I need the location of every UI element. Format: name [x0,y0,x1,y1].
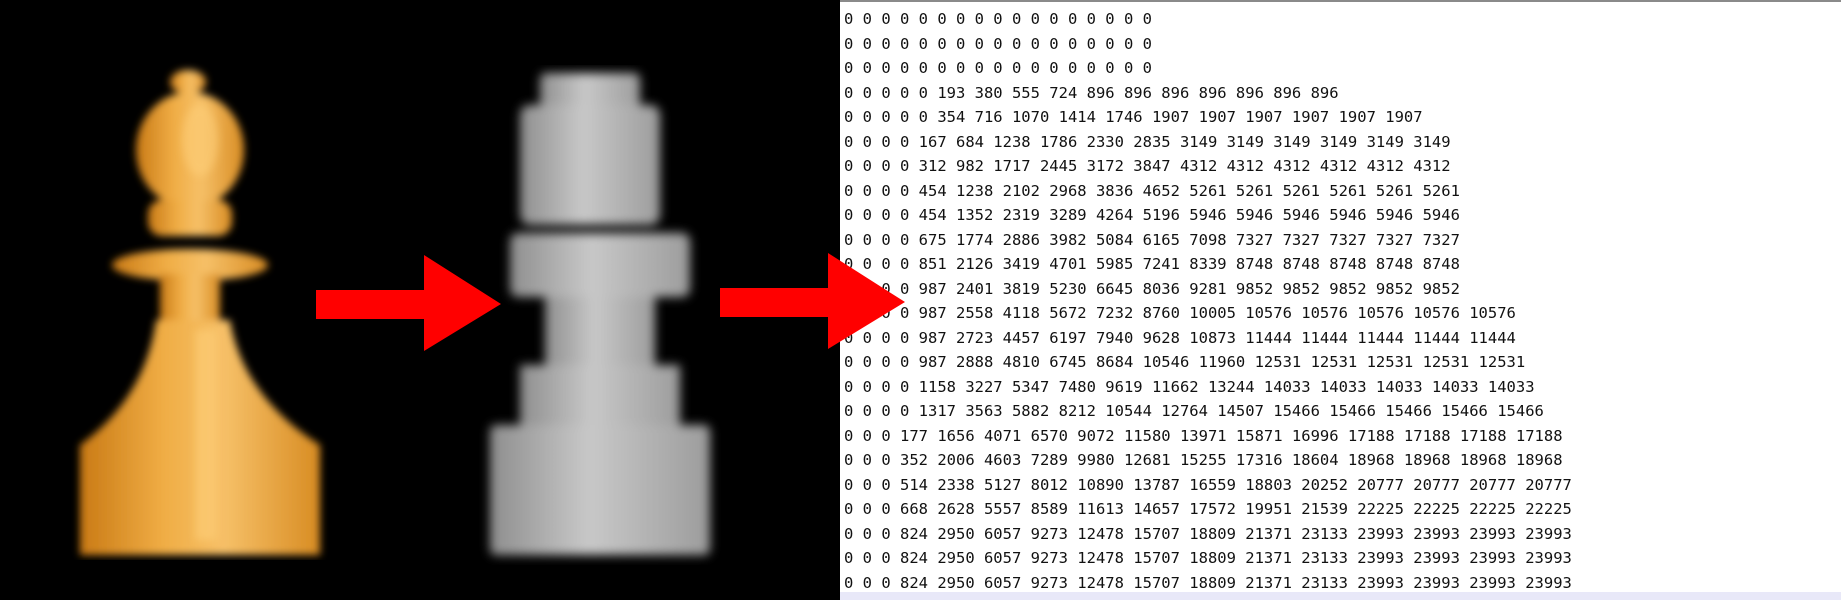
matrix-row: 0 0 0 0 987 2888 4810 6745 8684 10546 11… [844,353,1526,371]
matrix-row: 0 0 0 0 167 684 1238 1786 2330 2835 3149… [844,132,1451,151]
arrow-right-icon [316,255,501,351]
matrix-row: 0 0 0 0 1317 3563 5882 8212 10544 12764 … [844,402,1544,420]
matrix-row: 0 0 0 514 2338 5127 8012 10890 13787 165… [844,475,1572,494]
matrix-row: 0 0 0 0 675 1774 2886 3982 5084 6165 709… [844,230,1460,249]
summed-area-table: 0 0 0 0 0 0 0 0 0 0 0 0 0 0 0 0 0 0 0 0 0… [844,7,1572,595]
matrix-row: 0 0 0 0 0 0 0 0 0 0 0 0 0 0 0 0 0 [844,59,1152,77]
matrix-row: 0 0 0 177 1656 4071 6570 9072 11580 1397… [844,426,1563,445]
left-panel [0,0,840,600]
chess-pawn-icon [490,73,710,555]
chess-pawn-icon [80,70,320,555]
matrix-row: 0 0 0 0 454 1238 2102 2968 3836 4652 526… [844,181,1460,200]
matrix-row: 0 0 0 0 0 0 0 0 0 0 0 0 0 0 0 0 0 [844,10,1152,28]
matrix-row: 0 0 0 0 851 2126 3419 4701 5985 7241 833… [844,255,1460,273]
matrix-row: 0 0 0 824 2950 6057 9273 12478 15707 188… [844,549,1572,567]
matrix-row: 0 0 0 0 0 193 380 555 724 896 896 896 89… [844,83,1339,102]
panel-bottom-strip [840,592,1841,600]
matrix-text-panel: 0 0 0 0 0 0 0 0 0 0 0 0 0 0 0 0 0 0 0 0 0… [840,0,1841,600]
matrix-row: 0 0 0 0 987 2558 4118 5672 7232 8760 100… [844,304,1516,322]
matrix-row: 0 0 0 352 2006 4603 7289 9980 12681 1525… [844,451,1563,469]
matrix-row: 0 0 0 668 2628 5557 8589 11613 14657 175… [844,500,1572,518]
arrow-right-icon [720,253,905,349]
matrix-row: 0 0 0 0 312 982 1717 2445 3172 3847 4312… [844,157,1451,175]
matrix-row: 0 0 0 0 0 0 0 0 0 0 0 0 0 0 0 0 0 [844,34,1152,53]
matrix-row: 0 0 0 0 454 1352 2319 3289 4264 5196 594… [844,206,1460,224]
matrix-row: 0 0 0 0 987 2401 3819 5230 6645 8036 928… [844,279,1460,298]
matrix-row: 0 0 0 0 1158 3227 5347 7480 9619 11662 1… [844,377,1535,396]
matrix-row: 0 0 0 0 0 354 716 1070 1414 1746 1907 19… [844,108,1423,126]
matrix-row: 0 0 0 0 987 2723 4457 6197 7940 9628 108… [844,328,1516,347]
matrix-row: 0 0 0 824 2950 6057 9273 12478 15707 188… [844,524,1572,543]
